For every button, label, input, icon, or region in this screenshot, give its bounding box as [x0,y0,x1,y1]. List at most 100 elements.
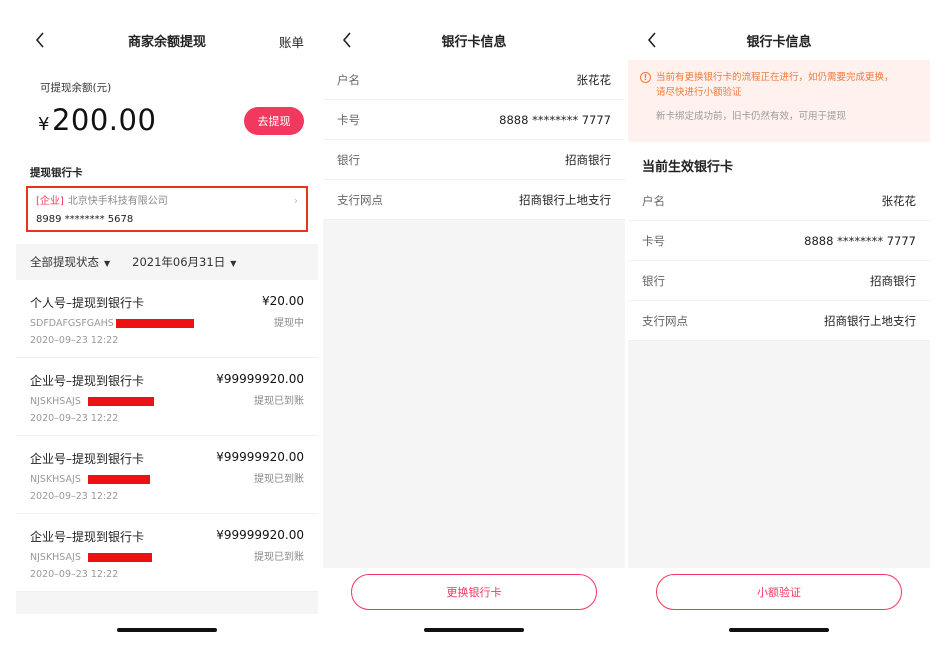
list-end-gap [16,592,318,614]
record-amount: ¥20.00 [262,294,304,308]
list-item[interactable]: 个人号–提现到银行卡 ¥20.00 SDFDAFGSFGAHS 提现中 2020… [16,280,318,358]
info-value: 张花花 [881,193,917,208]
card-type-tag: [企业] [36,196,64,207]
current-card-title: 当前生效银行卡 [642,160,734,175]
page-title: 银行卡信息 [441,34,507,50]
record-amount: ¥99999920.00 [216,372,304,386]
record-time: 2020–09–23 12:22 [30,491,119,502]
info-row-branch: 支行网点 招商银行上地支行 [628,301,930,341]
chevron-right-icon: › [293,194,298,207]
date-filter[interactable]: 2021年06月31日 ▼ [132,254,236,270]
info-label: 户名 [337,72,360,87]
info-label: 银行 [337,152,360,167]
balance-label: 可提现余额(元) [40,82,112,94]
info-value: 招商银行上地支行 [824,313,916,328]
record-time: 2020–09–23 12:22 [30,569,119,580]
info-value: 招商银行 [565,152,611,167]
record-amount: ¥99999920.00 [216,528,304,542]
status-filter-label: 全部提现状态 [30,255,99,269]
list-item[interactable]: 企业号–提现到银行卡 ¥99999920.00 NJSKHSAJS 提现已到账 … [16,514,318,592]
record-status: 提现已到账 [254,396,304,407]
info-value: 8888 ******** 7777 [499,112,611,127]
nav-bar: 银行卡信息 [323,20,625,60]
notice-subtext: 新卡绑定成功前，旧卡仍然有效，可用于提现 [656,111,847,122]
info-label: 卡号 [337,112,360,127]
status-filter[interactable]: 全部提现状态 ▼ [30,254,110,270]
record-id-text: NJSKHSAJS [30,396,81,407]
withdraw-card-selector[interactable]: [企业] 北京快手科技有限公司 8989 ******** 5678 › [26,186,308,232]
bill-link[interactable]: 账单 [279,32,304,51]
record-id-text: NJSKHSAJS [30,474,81,485]
home-indicator[interactable] [117,628,217,632]
withdraw-button[interactable]: 去提现 [244,107,304,135]
notice-line-1: 当前有更换银行卡的流程正在进行，如仍需要完成更换， [656,72,894,83]
redaction-bar [88,553,152,562]
info-row-card-number: 卡号 8888 ******** 7777 [323,100,625,140]
caret-down-icon: ▼ [104,259,111,268]
info-label: 户名 [642,193,665,208]
info-row-bank: 银行 招商银行 [323,140,625,180]
record-id-text: SDFDAFGSFGAHS [30,318,114,329]
nav-bar: 银行卡信息 [628,20,930,60]
home-indicator[interactable] [424,628,524,632]
chevron-left-icon [35,32,44,48]
page-title: 银行卡信息 [746,34,812,50]
balance-withdraw-screen: 商家余额提现 账单 可提现余额(元) ¥200.00 去提现 提现银行卡 [企业… [16,20,318,640]
info-row-account-name: 户名 张花花 [323,60,625,100]
list-item[interactable]: 企业号–提现到银行卡 ¥99999920.00 NJSKHSAJS 提现已到账 … [16,358,318,436]
record-id: NJSKHSAJS [30,552,152,563]
info-row-card-number: 卡号 8888 ******** 7777 [628,221,930,261]
chevron-left-icon [342,32,351,48]
info-row-branch: 支行网点 招商银行上地支行 [323,180,625,220]
bank-card-pending-screen: 银行卡信息 ! 当前有更换银行卡的流程正在进行，如仍需要完成更换， 请尽快进行小额… [628,20,930,640]
filter-bar: 全部提现状态 ▼ 2021年06月31日 ▼ [16,244,318,280]
info-value: 8888 ******** 7777 [804,233,916,248]
redaction-bar [88,475,150,484]
info-label: 银行 [642,273,665,288]
redaction-bar [88,397,154,406]
record-status: 提现中 [274,318,304,329]
card-company: 北京快手科技有限公司 [67,196,168,207]
record-id: NJSKHSAJS [30,474,150,485]
date-filter-label: 2021年06月31日 [132,255,226,269]
record-id: SDFDAFGSFGAHS [30,318,194,329]
record-status: 提现已到账 [254,474,304,485]
change-card-button[interactable]: 更换银行卡 [351,574,597,610]
list-item[interactable]: 企业号–提现到银行卡 ¥99999920.00 NJSKHSAJS 提现已到账 … [16,436,318,514]
info-label: 支行网点 [642,313,688,328]
empty-area [628,341,930,568]
record-status: 提现已到账 [254,552,304,563]
record-time: 2020–09–23 12:22 [30,335,119,346]
balance-value: 200.00 [51,103,157,137]
info-row-account-name: 户名 张花花 [628,181,930,221]
empty-area [323,220,625,568]
back-button[interactable] [640,28,664,52]
info-circle-icon: ! [640,72,651,83]
redaction-bar [116,319,194,328]
balance-row: ¥200.00 去提现 [16,95,318,155]
info-value: 招商银行 [870,273,916,288]
notice-text: 当前有更换银行卡的流程正在进行，如仍需要完成更换， 请尽快进行小额验证 [656,70,918,100]
record-id: NJSKHSAJS [30,396,154,407]
info-value: 张花花 [576,72,612,87]
card-number: 8989 ******** 5678 [36,214,134,225]
micro-verify-button[interactable]: 小额验证 [656,574,902,610]
page-title: 商家余额提现 [127,34,206,50]
back-button[interactable] [28,28,52,52]
bank-card-info-screen: 银行卡信息 户名 张花花 卡号 8888 ******** 7777 银行 招商… [323,20,625,640]
home-indicator[interactable] [729,628,829,632]
notice-line-2: 请尽快进行小额验证 [656,87,742,98]
info-value: 招商银行上地支行 [519,192,611,207]
record-time: 2020–09–23 12:22 [30,413,119,424]
chevron-left-icon [647,32,656,48]
balance-amount: ¥200.00 [38,103,156,137]
info-row-bank: 银行 招商银行 [628,261,930,301]
back-button[interactable] [335,28,359,52]
caret-down-icon: ▼ [230,259,237,268]
card-section-label: 提现银行卡 [30,167,83,179]
nav-bar: 商家余额提现 账单 [16,20,318,60]
record-amount: ¥99999920.00 [216,450,304,464]
info-label: 支行网点 [337,192,383,207]
info-label: 卡号 [642,233,665,248]
pending-change-notice: ! 当前有更换银行卡的流程正在进行，如仍需要完成更换， 请尽快进行小额验证 新卡绑… [628,60,930,142]
